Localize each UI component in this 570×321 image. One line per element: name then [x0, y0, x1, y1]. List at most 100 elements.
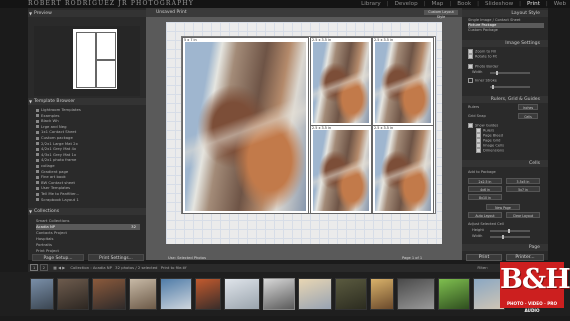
filmstrip-thumbnail[interactable] [263, 278, 295, 310]
template-item[interactable]: Scrapbook Layout 1 [36, 198, 140, 203]
show-guides-checkbox[interactable]: Show Guides [468, 123, 544, 128]
cell-size-button[interactable]: 8x10 in [468, 194, 502, 200]
page-1-button[interactable]: 1 [30, 264, 39, 271]
template-item[interactable]: collage [36, 164, 140, 169]
print-button[interactable]: Print [466, 254, 502, 261]
guide-page-bleed-checkbox[interactable]: Page Bleed [476, 133, 552, 138]
template-item[interactable]: Fine art book [36, 175, 140, 180]
collection-item[interactable]: Contacts Project [36, 230, 140, 236]
stroke-width-slider[interactable] [490, 84, 530, 89]
cell-height-slider[interactable] [490, 228, 530, 233]
print-settings-button[interactable]: Print Settings... [88, 254, 144, 261]
filmstrip-thumbnail[interactable] [160, 278, 192, 310]
template-item[interactable]: BW Contact sheet [36, 181, 140, 186]
collections-header[interactable]: ▼ Collections [28, 208, 146, 215]
print-tab-label[interactable]: Unsaved Print [156, 8, 187, 17]
photo-cell[interactable]: 2.5 x 3.5 in [372, 37, 434, 126]
use-selector[interactable]: Use: Selected Photos [168, 256, 206, 260]
filmstrip-thumbnail[interactable] [195, 278, 221, 310]
filmstrip-thumbnail[interactable] [224, 278, 260, 310]
inner-stroke-checkbox[interactable]: Inner Stroke [468, 78, 544, 83]
border-width-slider[interactable] [490, 70, 530, 75]
guide-dimensions-checkbox[interactable]: Dimensions [476, 148, 552, 153]
guide-page-grid-checkbox[interactable]: Page Grid [476, 138, 552, 143]
filmstrip-thumbnail[interactable] [298, 278, 332, 310]
template-item[interactable]: Custom package [36, 136, 140, 141]
template-item[interactable]: 4/3x1 Grey Mat 1x [36, 153, 140, 158]
filmstrip-thumbnail[interactable] [92, 278, 126, 310]
collection-item[interactable]: Portraits [36, 242, 140, 248]
layout-option-custom[interactable]: Custom Package [468, 28, 544, 33]
photo-cell-large[interactable]: 5 x 7 in [182, 37, 309, 214]
module-map[interactable]: Map [432, 0, 444, 8]
preview-panel-header[interactable]: ▼ Preview [28, 10, 146, 17]
layout-style-header[interactable]: Layout Style [462, 10, 548, 17]
cells-header[interactable]: Cells [462, 160, 548, 167]
template-item[interactable]: 4/2x1 Grey Mat 4x [36, 147, 140, 152]
template-icon [36, 170, 39, 174]
guide-rulers-checkbox[interactable]: Rulers [476, 128, 552, 133]
auto-layout-button[interactable]: Auto Layout [468, 212, 502, 218]
new-page-button[interactable]: New Page [486, 204, 520, 210]
template-item[interactable]: Tell Me to Panfilter... [36, 192, 140, 197]
photo-border-checkbox[interactable]: Photo Border [468, 64, 544, 69]
module-book[interactable]: Book [457, 0, 471, 8]
filter-label: Filter: [477, 265, 488, 270]
cell-size-button[interactable]: 4x6 in [468, 186, 502, 192]
rulers-units-select[interactable]: Inches [518, 104, 538, 110]
back-arrow-icon[interactable]: ◀ [58, 265, 61, 270]
collapse-triangle-icon: ▼ [29, 209, 33, 214]
cell-size-button[interactable]: 5x7 in [506, 186, 540, 192]
cell-size-button[interactable]: 2x2.5 in [468, 178, 502, 184]
photo-cell[interactable]: 2.5 x 3.5 in [372, 125, 434, 214]
filmstrip-thumbnail[interactable] [397, 278, 435, 310]
collection-item[interactable]: Print Project [36, 248, 140, 254]
module-library[interactable]: Library [361, 0, 381, 8]
template-item[interactable]: User Templates [36, 186, 140, 191]
template-item[interactable]: 4/2x1 photo frame [36, 158, 140, 163]
filmstrip-thumbnail[interactable] [30, 278, 54, 310]
zoom-to-fill-checkbox[interactable]: Zoom to Fill [468, 49, 544, 54]
forward-arrow-icon[interactable]: ▶ [62, 265, 65, 270]
page-header[interactable]: Page [462, 244, 548, 251]
guide-image-cells-checkbox[interactable]: Image Cells [476, 143, 552, 148]
collection-item[interactable]: Smart Collections [36, 218, 140, 224]
template-item[interactable]: 2/2x1 Large Mat 2x [36, 142, 140, 147]
cell-size-button[interactable]: 3.5x5 in [506, 178, 540, 184]
module-web[interactable]: Web [554, 0, 566, 8]
filmstrip-thumbnail[interactable] [335, 278, 367, 310]
cell-width-slider[interactable] [490, 234, 530, 239]
photo-cell[interactable]: 2.5 x 3.5 in [310, 125, 372, 214]
module-develop[interactable]: Develop [395, 0, 418, 8]
filmstrip-thumbnail[interactable] [370, 278, 394, 310]
image-settings-header[interactable]: Image Settings [462, 40, 548, 47]
template-item[interactable]: Lightroom Templates [36, 108, 140, 113]
template-item[interactable]: Examples [36, 114, 140, 119]
grid-snap-select[interactable]: Cells [518, 113, 538, 119]
adjust-selected-cell-label: Adjust Selected Cell [468, 222, 504, 226]
template-item[interactable]: Lrge and Neg [36, 125, 140, 130]
rotate-to-fit-checkbox[interactable]: Rotate to Fit [468, 54, 544, 59]
photo-image [375, 42, 431, 123]
collection-item[interactable]: Acadia NP 32 [36, 224, 140, 230]
page-setup-button[interactable]: Page Setup... [32, 254, 84, 261]
filmstrip-thumbnail[interactable] [438, 278, 470, 310]
filmstrip-thumbnail[interactable] [129, 278, 157, 310]
module-slideshow[interactable]: Slideshow [485, 0, 513, 8]
collection-item[interactable]: Hospitals [36, 236, 140, 242]
layout-option-picture-package[interactable]: Picture Package [468, 23, 544, 28]
module-print[interactable]: Print [527, 0, 540, 8]
filmstrip-thumbnail[interactable] [57, 278, 89, 310]
photo-cell[interactable]: 2.5 x 3.5 in [310, 37, 372, 126]
template-item[interactable]: Gradient page [36, 170, 140, 175]
template-item[interactable]: 1x1 Contact Sheet [36, 130, 140, 135]
clear-layout-button[interactable]: Clear Layout [506, 212, 540, 218]
rulers-grid-header[interactable]: Rulers, Grid & Guides [462, 96, 548, 103]
page-2-button[interactable]: 2 [39, 264, 49, 271]
grid-view-icon[interactable]: ▦ [53, 265, 57, 270]
layout-option-single[interactable]: Single Image / Contact Sheet [468, 18, 544, 23]
template-item[interactable]: Black Wh [36, 119, 140, 124]
template-browser-header[interactable]: ▼ Template Browser [28, 98, 146, 105]
printer-button[interactable]: Printer... [506, 254, 544, 261]
cell-size-tag: 2.5 x 3.5 in [373, 38, 395, 42]
